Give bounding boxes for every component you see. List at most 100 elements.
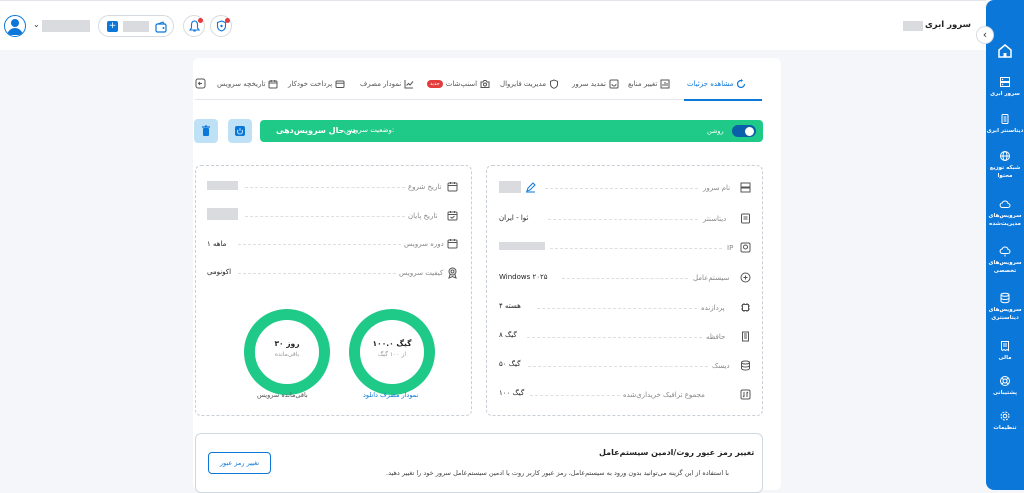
refresh-icon (737, 79, 746, 89)
traffic-value: ۱۰۰ گیگ (499, 389, 525, 397)
sidebar-item-cdn[interactable]: شبکه توزیع محتوا (986, 150, 1024, 180)
calendar-icon (447, 239, 458, 249)
datacenter-icon (1001, 114, 1009, 124)
datacenter-icon (741, 213, 750, 224)
tab-firewall[interactable]: مدیریت فایروال (500, 79, 559, 89)
sidebar-item-label: سرویس‌های تخصصی (988, 260, 1022, 274)
power-cycle-button[interactable] (228, 119, 252, 143)
tab-usage-chart[interactable]: نمودار مصرف (360, 79, 414, 89)
wallet-pill[interactable]: + (98, 15, 174, 37)
tab-label: تغییر منابع (628, 80, 658, 88)
tab-snapshot[interactable]: جدید اسنپ‌شات (425, 79, 490, 89)
password-section-desc: با استفاده از این گزینه می‌توانید بدون و… (386, 469, 729, 477)
sidebar-item-support[interactable]: پشتیبانی (986, 375, 1024, 397)
security-button[interactable] (210, 15, 232, 37)
download-usage-ring: ۱۰۰.۰ گیگ از ۱۰۰ گیگ (349, 309, 435, 395)
back-icon[interactable] (195, 78, 206, 89)
delete-button[interactable] (194, 119, 218, 143)
payment-icon (335, 80, 345, 88)
user-name (42, 20, 90, 32)
cpu-icon (741, 303, 750, 312)
server-info-panel (486, 165, 763, 416)
tab-service-history[interactable]: تاریخچه سرویس (217, 79, 278, 89)
os-value: Windows ۲۰۲۵ (499, 273, 548, 281)
disk-icon (741, 360, 750, 371)
disk-label: دیسک (712, 362, 730, 370)
row-divider (245, 216, 405, 217)
start-date-label: تاریخ شروع (408, 183, 442, 191)
calendar-check-icon (447, 211, 458, 221)
tab-details[interactable]: مشاهده جزئیات (687, 79, 746, 89)
top-bar: ⌄ + سرور ابری (0, 0, 986, 50)
chevron-down-icon[interactable]: ⌄ (33, 20, 40, 29)
new-badge: جدید (427, 80, 443, 88)
disk-value: ۵۰ گیگ (499, 360, 521, 368)
sidebar-item-label: سرویس‌های دیتاسنتری (988, 307, 1022, 321)
row-divider (238, 273, 396, 274)
sidebar-item-specialized-services[interactable]: سرویس‌های تخصصی (986, 245, 1024, 275)
tab-label: مشاهده جزئیات (687, 80, 734, 88)
line-chart-icon (404, 80, 414, 89)
row-divider (550, 248, 722, 249)
sidebar-item-datacenter-services[interactable]: سرویس‌های دیتاسنتری (986, 292, 1024, 322)
remaining-chart-caption: باقی‌مانده سرویس (257, 391, 308, 399)
password-section-title: تغییر رمز عبور روت/ادمین سیستم‌عامل (599, 448, 755, 457)
wallet-balance (123, 21, 149, 32)
sidebar-item-label: تنظیمات (993, 425, 1017, 431)
globe-icon (1000, 151, 1010, 161)
row-divider (245, 187, 405, 188)
sidebar-item-finance[interactable]: مالی (986, 340, 1024, 362)
server-name-label: نام سرور (703, 184, 731, 192)
tab-auto-payment[interactable]: پرداخت خودکار (288, 79, 345, 89)
service-period-label: دوره سرویس (404, 240, 444, 248)
page-title: سرور ابری (925, 20, 971, 30)
os-icon (740, 272, 751, 283)
power-toggle[interactable] (732, 125, 756, 137)
tab-label: پرداخت خودکار (288, 80, 333, 88)
change-password-button[interactable]: تغییر رمز عبور (208, 452, 271, 474)
notification-button[interactable] (183, 15, 205, 37)
service-quality-value: اکونومی (207, 268, 232, 276)
sidebar-item-label: پشتیبانی (992, 390, 1018, 396)
wallet-icon (155, 21, 167, 33)
home-icon[interactable] (996, 42, 1014, 60)
tab-label: مدیریت فایروال (500, 80, 546, 88)
row-divider (530, 395, 620, 396)
download-usage-sub: از ۱۰۰ گیگ (377, 351, 407, 358)
plus-icon[interactable]: + (107, 21, 118, 32)
support-icon (1000, 376, 1010, 386)
sidebar-item-managed-services[interactable]: سرویس‌های مدیریت‌شده (986, 198, 1024, 228)
sidebar-item-cloud-datacenter[interactable]: دیتاسنتر ابری (986, 113, 1024, 135)
tab-label: تاریخچه سرویس (217, 80, 266, 88)
status-label: وضعیت سرویس: (344, 126, 395, 134)
database-icon (1000, 292, 1010, 304)
password-reset-section: تغییر رمز عبور روت/ادمین سیستم‌عامل با ا… (195, 433, 763, 493)
sidebar-item-label: دیتاسنتر ابری (986, 128, 1024, 134)
security-dot (225, 18, 230, 23)
user-avatar[interactable] (4, 15, 26, 37)
status-bar: در حال سرویس‌دهی وضعیت سرویس: روشن (260, 120, 763, 142)
row-divider (528, 366, 708, 367)
sidebar-item-label: شبکه توزیع محتوا (989, 165, 1021, 179)
row-divider (545, 188, 698, 189)
sidebar-collapse-button[interactable]: ‹ (976, 26, 994, 44)
chart-edit-icon (660, 79, 670, 89)
tab-renew[interactable]: تمدید سرور (572, 79, 619, 89)
row-divider (548, 219, 698, 220)
tab-resize[interactable]: تغییر منابع (628, 79, 670, 89)
service-period-value: ۱ ماهه (207, 240, 227, 248)
datacenter-label: دیتاسنتر (703, 215, 727, 223)
remaining-days-ring: ۳۰ روز باقی‌مانده (244, 309, 330, 395)
edit-icon[interactable] (525, 182, 536, 193)
power-toggle-label: روشن (707, 127, 724, 135)
datacenter-value: ثوا - ایران (499, 214, 529, 222)
trash-icon (202, 125, 210, 136)
server-name-value (499, 181, 521, 193)
sidebar-item-cloud-server[interactable]: سرور ابری (986, 76, 1024, 98)
sidebar-item-label: سرور ابری (990, 91, 1020, 97)
memory-label: حافظه (706, 333, 726, 341)
toggle-knob (745, 126, 754, 136)
tab-label: نمودار مصرف (360, 80, 402, 88)
chevron-left-icon: ‹ (982, 28, 988, 41)
sidebar-item-settings[interactable]: تنظیمات (986, 410, 1024, 432)
